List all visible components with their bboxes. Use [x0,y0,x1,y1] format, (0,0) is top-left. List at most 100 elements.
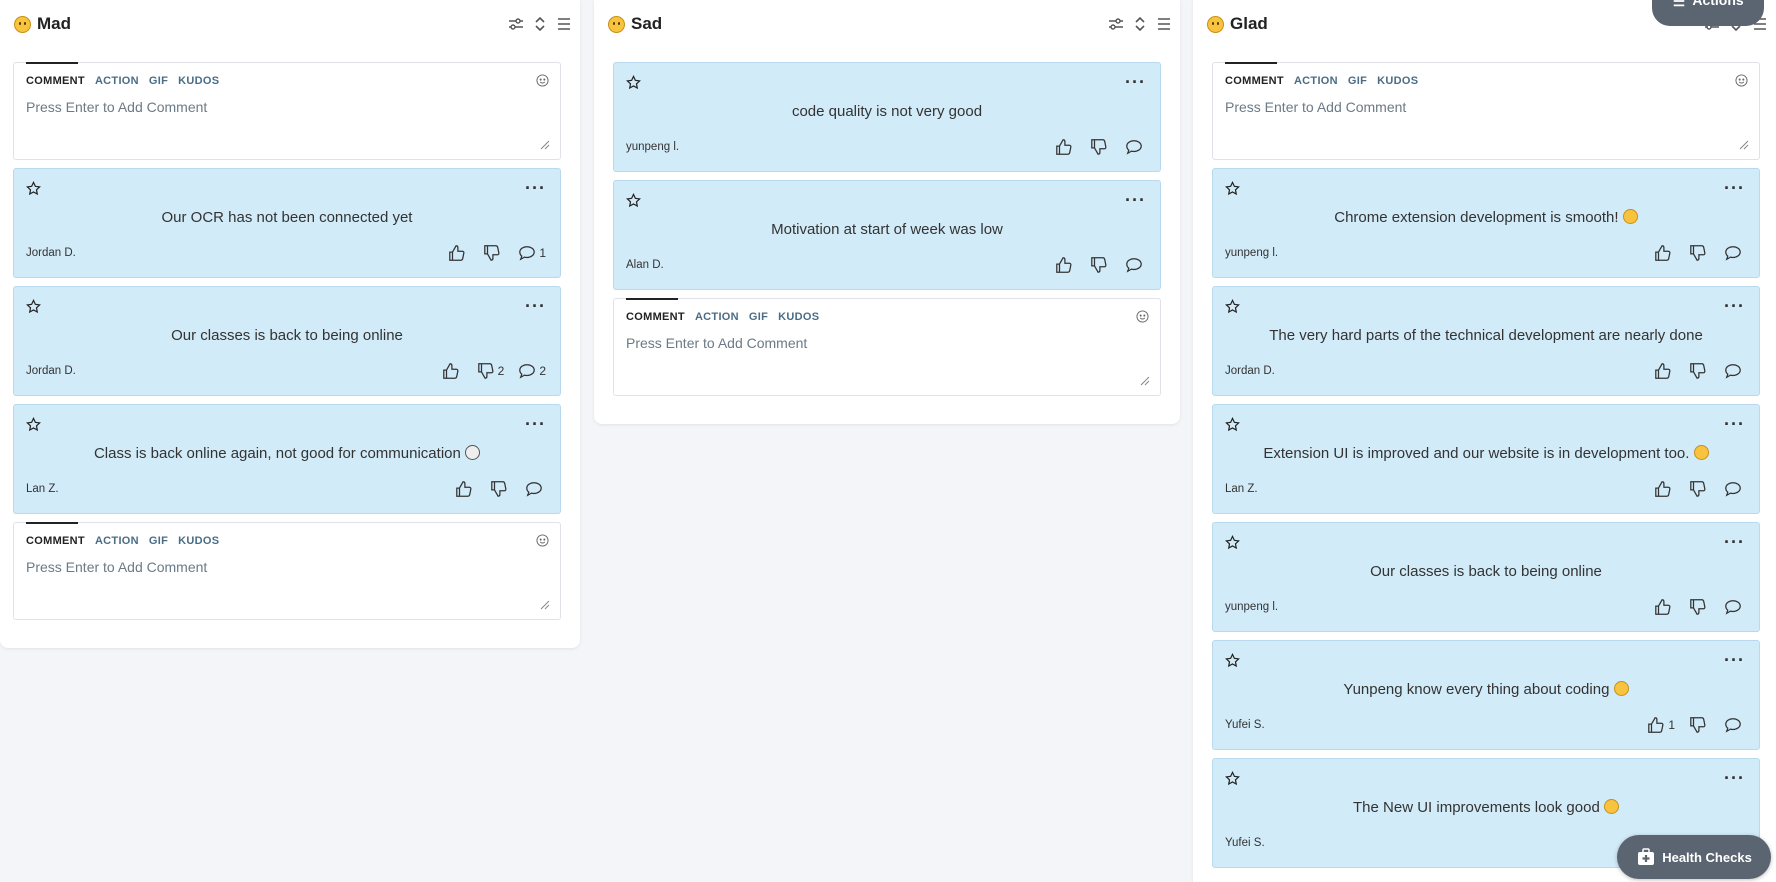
dislike-button[interactable] [490,480,511,498]
tab-action[interactable]: ACTION [695,311,739,323]
comment-button[interactable] [1125,256,1146,274]
star-icon[interactable] [26,298,41,314]
dislike-button[interactable] [1689,244,1710,262]
card-text: The very hard parts of the technical dev… [1269,327,1703,344]
dislike-button[interactable]: 2 [477,362,504,380]
resize-handle-icon[interactable] [1739,137,1749,150]
star-icon[interactable] [626,192,641,208]
more-options-icon[interactable]: ··· [1724,414,1745,435]
filter-icon[interactable] [1108,16,1124,32]
card-text: Chrome extension development is smooth! [1213,209,1759,226]
comment-input[interactable] [626,335,1148,375]
dislike-button[interactable] [1689,480,1710,498]
comment-input[interactable] [26,559,548,599]
card-author: yunpeng l. [626,141,680,153]
dislike-button[interactable] [1689,598,1710,616]
more-options-icon[interactable]: ··· [1724,296,1745,317]
card-author: yunpeng l. [1225,247,1279,259]
star-icon[interactable] [1225,180,1240,196]
like-button[interactable] [1055,138,1076,156]
star-icon[interactable] [26,180,41,196]
menu-icon[interactable] [1156,16,1172,32]
comment-button[interactable]: 1 [518,244,546,262]
more-options-icon[interactable]: ··· [1724,650,1745,671]
more-options-icon[interactable]: ··· [525,296,546,317]
more-options-icon[interactable]: ··· [1724,768,1745,789]
dislike-button[interactable] [483,244,504,262]
actions-button-label: Actions [1692,0,1744,8]
more-options-icon[interactable]: ··· [525,414,546,435]
like-button[interactable] [1654,598,1675,616]
tab-action[interactable]: ACTION [95,75,139,87]
comment-input[interactable] [1225,99,1747,139]
comment-button[interactable] [1724,598,1745,616]
more-options-icon[interactable]: ··· [1125,72,1146,93]
smiley-icon[interactable] [536,74,549,87]
tab-action[interactable]: ACTION [1294,75,1338,87]
comment-button[interactable] [1724,480,1745,498]
more-options-icon[interactable]: ··· [1724,178,1745,199]
tab-kudos[interactable]: KUDOS [1377,75,1418,87]
comment-composer: COMMENT ACTION GIF KUDOS [13,522,561,620]
comment-input[interactable] [26,99,548,139]
like-button[interactable] [1654,480,1675,498]
star-icon[interactable] [26,416,41,432]
resize-handle-icon[interactable] [540,137,550,150]
like-button[interactable] [448,244,469,262]
menu-icon [1672,0,1686,8]
tab-kudos[interactable]: KUDOS [178,535,219,547]
comment-button[interactable] [1125,138,1146,156]
tongue-emoji-icon [1603,799,1619,814]
smiley-icon[interactable] [1136,310,1149,323]
tab-kudos[interactable]: KUDOS [178,75,219,87]
glad-face-icon [1207,15,1224,33]
tab-comment[interactable]: COMMENT [626,311,685,323]
tab-comment[interactable]: COMMENT [26,535,85,547]
resize-handle-icon[interactable] [1140,373,1150,386]
smiley-icon[interactable] [1735,74,1748,87]
tab-comment[interactable]: COMMENT [26,75,85,87]
more-options-icon[interactable]: ··· [1125,190,1146,211]
dislike-button[interactable] [1689,716,1710,734]
more-options-icon[interactable]: ··· [525,178,546,199]
like-button[interactable] [1654,244,1675,262]
more-options-icon[interactable]: ··· [1724,532,1745,553]
comment-button[interactable] [525,480,546,498]
resize-handle-icon[interactable] [540,597,550,610]
sort-icon[interactable] [1132,16,1148,32]
like-button[interactable] [1654,362,1675,380]
card-text: Our classes is back to being online [1370,563,1602,580]
dislike-button[interactable] [1090,256,1111,274]
like-button[interactable] [1055,256,1076,274]
star-icon[interactable] [1225,298,1240,314]
star-icon[interactable] [1225,652,1240,668]
comment-button[interactable] [1724,362,1745,380]
card-text: Our OCR has not been connected yet [161,209,413,226]
like-button[interactable] [442,362,463,380]
like-button[interactable] [455,480,476,498]
star-icon[interactable] [1225,534,1240,550]
comment-button[interactable]: 2 [518,362,546,380]
star-icon[interactable] [1225,770,1240,786]
tab-gif[interactable]: GIF [749,311,768,323]
tab-gif[interactable]: GIF [1348,75,1367,87]
tab-kudos[interactable]: KUDOS [778,311,819,323]
comment-button[interactable] [1724,244,1745,262]
dislike-button[interactable] [1689,362,1710,380]
health-checks-button[interactable]: Health Checks [1617,835,1771,879]
smiley-icon[interactable] [536,534,549,547]
tab-comment[interactable]: COMMENT [1225,75,1284,87]
menu-icon[interactable] [556,16,572,32]
tab-gif[interactable]: GIF [149,75,168,87]
star-icon[interactable] [626,74,641,90]
tab-action[interactable]: ACTION [95,535,139,547]
tab-gif[interactable]: GIF [149,535,168,547]
sort-icon[interactable] [532,16,548,32]
like-button[interactable]: 1 [1647,716,1675,734]
card-text: Extension UI is improved and our website… [1213,445,1759,462]
dislike-button[interactable] [1090,138,1111,156]
actions-button[interactable]: Actions [1652,0,1764,26]
filter-icon[interactable] [508,16,524,32]
comment-button[interactable] [1724,716,1745,734]
star-icon[interactable] [1225,416,1240,432]
